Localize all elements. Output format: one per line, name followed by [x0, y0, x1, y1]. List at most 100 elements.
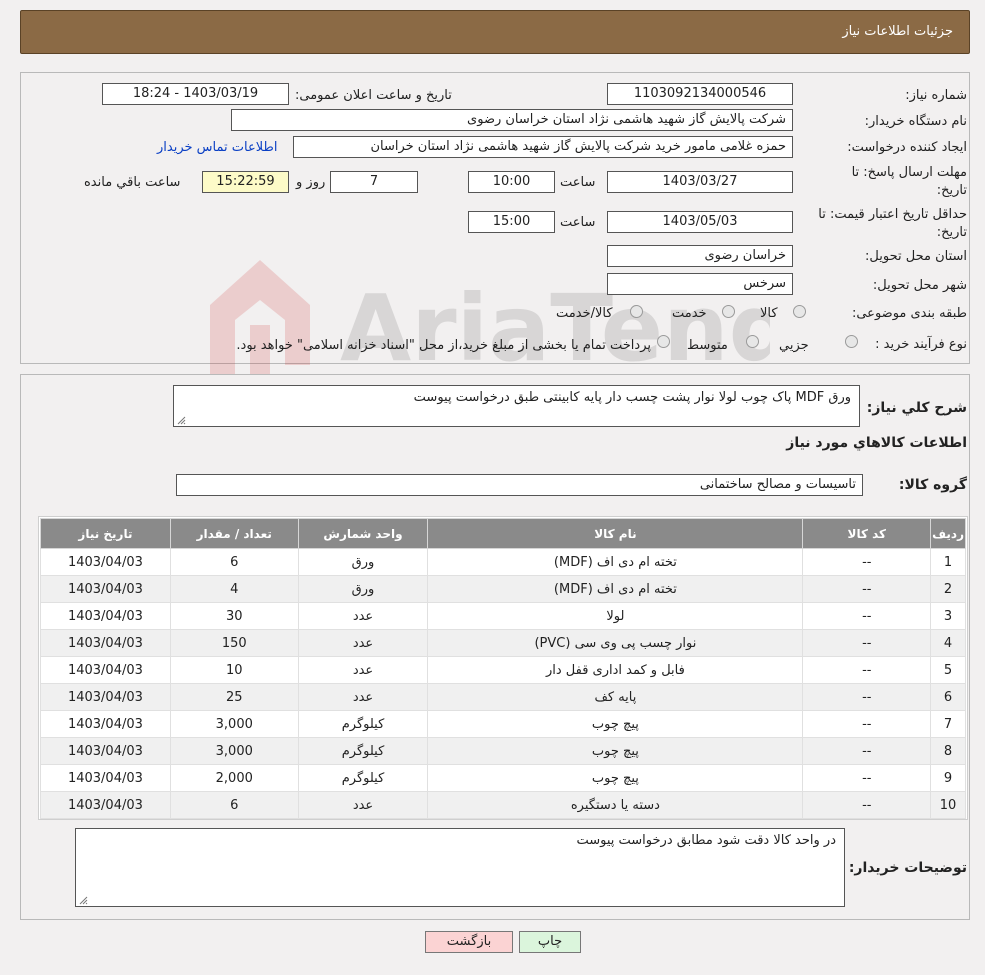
- cell-code: --: [802, 710, 932, 738]
- back-button[interactable]: بازگشت: [425, 931, 513, 953]
- summary-text: ورق MDF پاک چوب لولا نوار پشت چسب دار پا…: [413, 390, 851, 405]
- process-radio-minor[interactable]: [845, 335, 858, 348]
- buyer-notes-text: در واحد کالا دقت شود مطابق درخواست پیوست: [576, 833, 836, 848]
- deadline-time-field: 10:00: [468, 171, 555, 193]
- cell-code: --: [802, 602, 932, 630]
- cell-row-number: 4: [930, 629, 966, 657]
- cell-quantity: 3,000: [169, 710, 299, 738]
- validity-date-field: 1403/05/03: [607, 211, 793, 233]
- cell-need-date: 1403/04/03: [40, 602, 171, 630]
- cell-row-number: 3: [930, 602, 966, 630]
- cell-name: پیچ چوب: [427, 710, 804, 738]
- cell-need-date: 1403/04/03: [40, 548, 171, 576]
- validity-time-label: ساعت: [560, 215, 596, 230]
- treasury-checkbox[interactable]: [657, 335, 670, 348]
- cell-quantity: 10: [169, 656, 299, 684]
- cell-need-date: 1403/04/03: [40, 737, 171, 765]
- cell-unit: کیلوگرم: [297, 710, 429, 738]
- col-header-row-number: ردیف: [930, 518, 966, 549]
- cell-row-number: 2: [930, 575, 966, 603]
- table-row: 3 -- لولا عدد 30 1403/04/03: [40, 602, 966, 630]
- table-row: 1 -- تخته ام دی اف (MDF) ورق 6 1403/04/03: [40, 548, 966, 576]
- cell-row-number: 6: [930, 683, 966, 711]
- province-label: استان محل تحویل:: [865, 249, 967, 264]
- cell-quantity: 150: [169, 629, 299, 657]
- process-option-minor: جزیي: [779, 338, 809, 353]
- buyer-notes-textarea: در واحد کالا دقت شود مطابق درخواست پیوست: [75, 828, 845, 907]
- table-row: 10 -- دسته یا دستگیره عدد 6 1403/04/03: [40, 791, 966, 819]
- buyer-org-label: نام دستگاه خریدار:: [864, 114, 967, 129]
- validity-label-date: تاريخ:: [936, 225, 967, 240]
- process-type-label: نوع فرآیند خرید :: [875, 337, 967, 352]
- table-row: 7 -- پیچ چوب کیلوگرم 3,000 1403/04/03: [40, 710, 966, 738]
- city-field: سرخس: [607, 273, 793, 295]
- deadline-date-field: 1403/03/27: [607, 171, 793, 193]
- category-option-goods: کالا: [760, 306, 778, 321]
- cell-name: تخته ام دی اف (MDF): [427, 575, 804, 603]
- goods-group-label: گروه کالا:: [898, 477, 967, 493]
- cell-quantity: 2,000: [169, 764, 299, 792]
- category-label: طبقه بندی موضوعی:: [851, 306, 967, 321]
- table-row: 4 -- نوار چسب پی وی سی (PVC) عدد 150 1403/04/…: [40, 629, 966, 657]
- process-radio-medium[interactable]: [746, 335, 759, 348]
- cell-quantity: 3,000: [169, 737, 299, 765]
- cell-unit: ورق: [297, 548, 429, 576]
- cell-unit: عدد: [297, 656, 429, 684]
- goods-table: ردیف کد کالا نام کالا واحد شمارش تعداد /…: [40, 518, 966, 819]
- announce-datetime-field: 1403/03/19 - 18:24: [102, 83, 289, 105]
- resize-handle-icon[interactable]: [176, 415, 186, 425]
- cell-name: پیچ چوب: [427, 764, 804, 792]
- buyer-notes-label: توضیحات خریدار:: [848, 860, 967, 876]
- cell-row-number: 8: [930, 737, 966, 765]
- deadline-label: مهلت ارسال پاسخ: تا: [851, 165, 967, 180]
- cell-code: --: [802, 764, 932, 792]
- cell-need-date: 1403/04/03: [40, 791, 171, 819]
- cell-quantity: 30: [169, 602, 299, 630]
- cell-code: --: [802, 683, 932, 711]
- cell-unit: عدد: [297, 791, 429, 819]
- cell-unit: عدد: [297, 602, 429, 630]
- cell-code: --: [802, 548, 932, 576]
- print-button[interactable]: چاپ: [519, 931, 581, 953]
- col-header-unit: واحد شمارش: [297, 518, 429, 549]
- cell-unit: ورق: [297, 575, 429, 603]
- cell-row-number: 9: [930, 764, 966, 792]
- cell-quantity: 4: [169, 575, 299, 603]
- cell-need-date: 1403/04/03: [40, 683, 171, 711]
- cell-need-date: 1403/04/03: [40, 575, 171, 603]
- cell-code: --: [802, 737, 932, 765]
- cell-quantity: 25: [169, 683, 299, 711]
- summary-label: شرح کلي نياز:: [866, 400, 967, 416]
- need-number-field: 1103092134000546: [607, 83, 793, 105]
- city-label: شهر محل تحویل:: [872, 278, 967, 293]
- category-option-service: خدمت: [672, 306, 707, 321]
- category-radio-goods-service[interactable]: [630, 305, 643, 318]
- cell-code: --: [802, 629, 932, 657]
- cell-code: --: [802, 791, 932, 819]
- days-label: روز و: [296, 175, 326, 190]
- cell-code: --: [802, 575, 932, 603]
- need-number-label: شماره نیاز:: [905, 88, 967, 103]
- remaining-time-label: ساعت باقي مانده: [84, 175, 181, 190]
- creator-field: حمزه غلامی مامور خرید شرکت پالایش گاز شه…: [293, 136, 793, 158]
- resize-handle-icon[interactable]: [78, 895, 88, 905]
- table-row: 9 -- پیچ چوب کیلوگرم 2,000 1403/04/03: [40, 764, 966, 792]
- cell-unit: عدد: [297, 629, 429, 657]
- table-row: 6 -- پایه کف عدد 25 1403/04/03: [40, 683, 966, 711]
- cell-name: لولا: [427, 602, 804, 630]
- category-radio-service[interactable]: [722, 305, 735, 318]
- cell-need-date: 1403/04/03: [40, 710, 171, 738]
- cell-name: فابل و کمد اداری قفل دار: [427, 656, 804, 684]
- buyer-contact-link[interactable]: اطلاعات تماس خریدار: [157, 140, 277, 155]
- validity-time-field: 15:00: [468, 211, 555, 233]
- deadline-label-date: تاریخ:: [936, 183, 967, 198]
- category-option-goods-service: کالا/خدمت: [556, 306, 613, 321]
- cell-row-number: 5: [930, 656, 966, 684]
- page-header: جزئیات اطلاعات نیاز: [20, 10, 970, 54]
- remaining-time-field: 15:22:59: [202, 171, 289, 193]
- process-option-medium: متوسط: [687, 338, 728, 353]
- cell-quantity: 6: [169, 791, 299, 819]
- cell-name: پایه کف: [427, 683, 804, 711]
- category-radio-goods[interactable]: [793, 305, 806, 318]
- days-remaining-field: 7: [330, 171, 418, 193]
